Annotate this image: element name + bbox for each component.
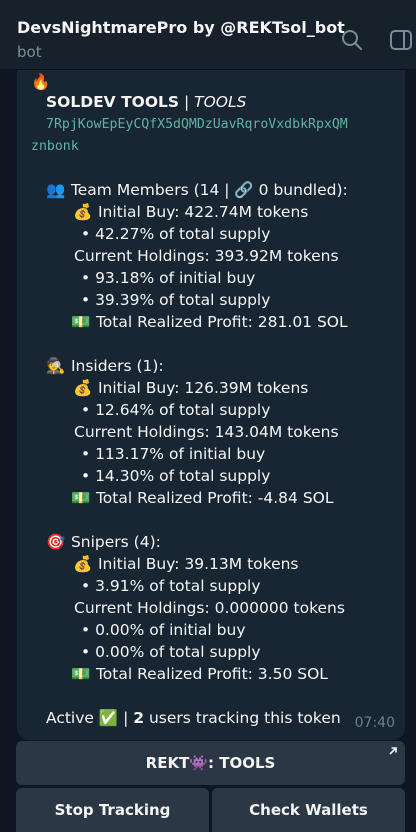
insiders-heading-text: Insiders (1): [70,357,164,375]
token-ticker: TOOLS [194,93,247,111]
team-initial-buy-text: Initial Buy: 422.74M tokens [97,203,309,221]
sidebar-toggle-icon[interactable] [389,28,413,52]
money-bag-icon: 💰 [73,379,93,397]
external-link-icon [388,745,398,759]
snipers-initial-pct: • 3.91% of total supply [81,577,261,595]
team-holdings-pct-initial: • 93.18% of initial buy [81,269,256,287]
contract-address-line1[interactable]: 7RpjKowEpEyCQfX5dQMDzUavRqroVxdbkRpxQM [46,115,348,135]
snipers-heading-text: Snipers (4): [70,533,161,551]
snipers-initial-buy: 💰 Initial Buy: 39.13M tokens [73,554,299,574]
insiders-holdings: Current Holdings: 143.04M tokens [74,423,339,441]
snipers-profit-text: Total Realized Profit: 3.50 SOL [95,665,328,683]
team-heading: 👥 Team Members (14 | 🔗 0 bundled): [46,180,348,200]
insiders-holdings-pct-initial: • 113.17% of initial buy [81,445,266,463]
insiders-initial-buy-text: Initial Buy: 126.39M tokens [97,379,309,397]
team-holdings: Current Holdings: 393.92M tokens [74,247,339,265]
chat-title[interactable]: DevsNightmarePro by @REKTsol_bot [17,18,345,37]
token-title: SOLDEV TOOLS [46,93,180,111]
detective-icon: 🕵 [46,357,66,375]
snipers-holdings: Current Holdings: 0.000000 tokens [74,599,345,617]
team-heading-text: Team Members (14 | 🔗 0 bundled): [70,181,348,199]
insiders-holdings-pct-total: • 14.30% of total supply [81,467,271,485]
fire-emoji: 🔥 [31,73,51,91]
message-time: 07:40 [354,715,395,731]
snipers-heading: 🎯 Snipers (4): [46,532,161,552]
search-icon[interactable] [340,28,364,52]
insiders-profit-text: Total Realized Profit: -4.84 SOL [95,489,334,507]
cash-icon: 💵 [71,489,91,507]
money-bag-icon: 💰 [73,555,93,573]
message-bubble: 🔥 SOLDEV TOOLS | TOOLS 7RpjKowEpEyCQfX5d… [17,70,405,740]
team-initial-pct: • 42.27% of total supply [81,225,271,243]
check-wallets-button[interactable]: Check Wallets [212,788,405,832]
insiders-profit: 💵 Total Realized Profit: -4.84 SOL [71,488,334,508]
chat-header: DevsNightmarePro by @REKTsol_bot bot [0,0,416,70]
team-icon: 👥 [46,181,66,199]
money-bag-icon: 💰 [73,203,93,221]
stop-tracking-button[interactable]: Stop Tracking [16,788,209,832]
contract-address-line2[interactable]: znbonk [31,137,79,157]
status-active: Active ✅ [46,709,119,727]
snipers-holdings-pct-initial: • 0.00% of initial buy [81,621,246,639]
team-profit: 💵 Total Realized Profit: 281.01 SOL [71,312,348,332]
title-separator: | [179,93,195,111]
team-holdings-pct-total: • 39.39% of total supply [81,291,271,309]
token-header: SOLDEV TOOLS | TOOLS [46,92,246,112]
rekt-tools-label: REKT👾: TOOLS [145,754,276,772]
target-icon: 🎯 [46,533,66,551]
snipers-holdings-pct-total: • 0.00% of total supply [81,643,261,661]
insiders-heading: 🕵 Insiders (1): [46,356,164,376]
snipers-profit: 💵 Total Realized Profit: 3.50 SOL [71,664,328,684]
team-initial-buy: 💰 Initial Buy: 422.74M tokens [73,202,308,222]
rekt-tools-button[interactable]: REKT👾: TOOLS [16,741,405,785]
tracking-status: Active ✅ | 2 users tracking this token [46,708,341,728]
cash-icon: 💵 [71,313,91,331]
status-rest: users tracking this token [144,709,341,727]
cash-icon: 💵 [71,665,91,683]
snipers-initial-buy-text: Initial Buy: 39.13M tokens [97,555,299,573]
status-count: 2 [133,709,145,727]
insiders-initial-pct: • 12.64% of total supply [81,401,271,419]
team-profit-text: Total Realized Profit: 281.01 SOL [95,313,348,331]
chat-subtitle: bot [17,43,42,61]
status-separator: | [118,709,134,727]
insiders-initial-buy: 💰 Initial Buy: 126.39M tokens [73,378,308,398]
